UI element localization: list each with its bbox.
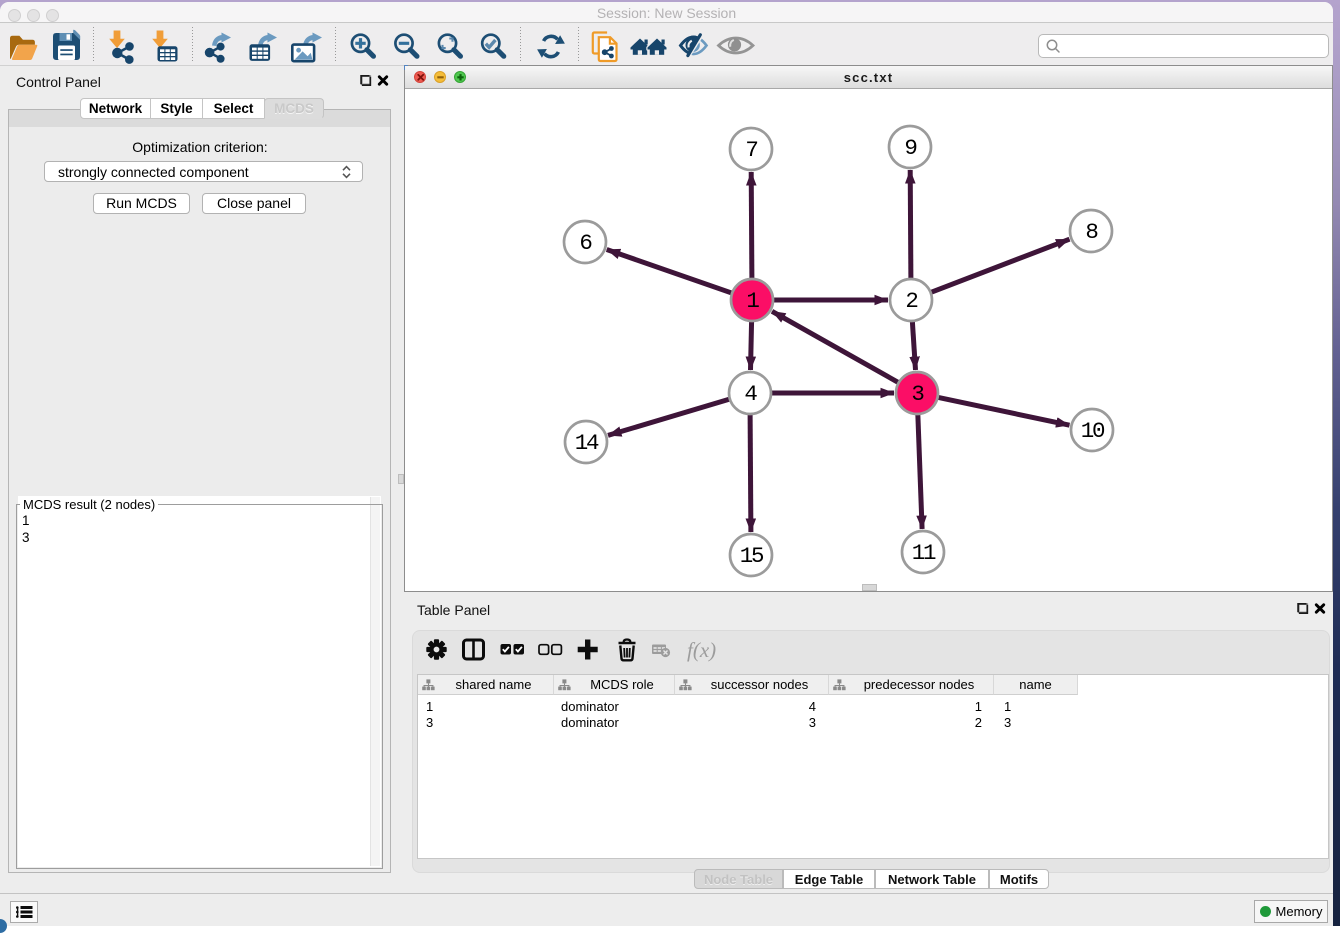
svg-text:9: 9 bbox=[904, 135, 916, 161]
svg-text:3: 3 bbox=[911, 381, 924, 407]
svg-text:10: 10 bbox=[1081, 418, 1105, 444]
svg-text:2: 2 bbox=[905, 288, 917, 314]
svg-text:6: 6 bbox=[579, 230, 592, 256]
svg-text:4: 4 bbox=[744, 381, 757, 407]
svg-text:7: 7 bbox=[745, 137, 757, 163]
svg-text:14: 14 bbox=[575, 430, 599, 456]
svg-text:1: 1 bbox=[746, 288, 759, 314]
svg-text:f(x): f(x) bbox=[687, 638, 716, 662]
svg-text:15: 15 bbox=[740, 543, 764, 569]
svg-text:11: 11 bbox=[912, 540, 936, 566]
svg-text:8: 8 bbox=[1085, 219, 1098, 245]
